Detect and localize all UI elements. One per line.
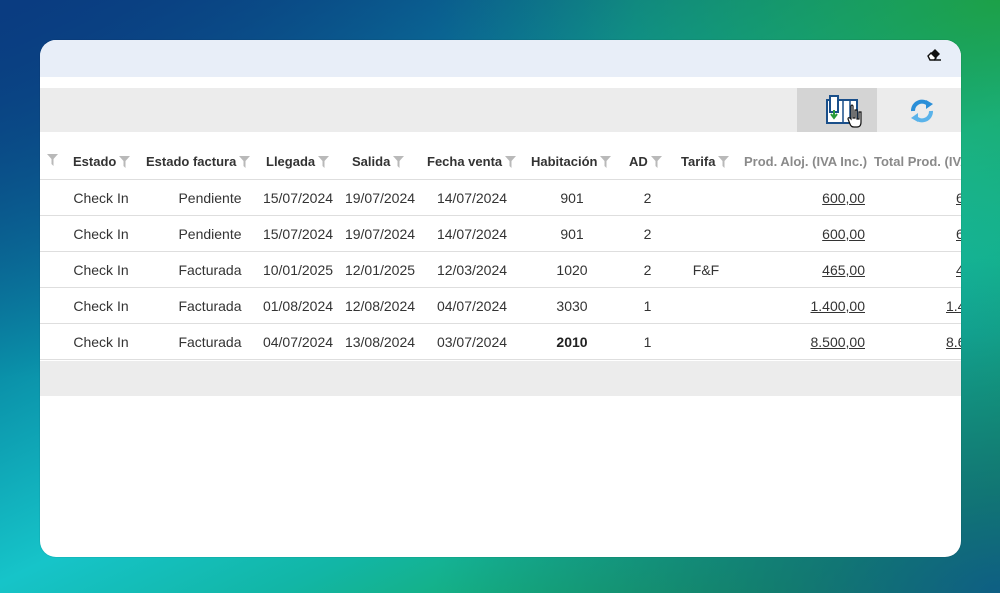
cell-ad: 1	[643, 334, 652, 350]
cell-ad: 2	[643, 262, 652, 278]
cell-habitacion: 901	[560, 190, 584, 206]
cell-tarifa	[681, 180, 731, 216]
column-header-estado-factura[interactable]: Estado factura	[146, 143, 251, 180]
cell-total-prod-link[interactable]: 8.6	[946, 324, 961, 360]
cell-habitacion: 2010	[556, 334, 588, 350]
cell-estado-factura: Facturada	[178, 334, 242, 350]
cell-fecha-venta: 04/07/2024	[436, 298, 508, 314]
cell-salida: 12/01/2025	[344, 262, 416, 278]
cell-tarifa	[681, 324, 731, 360]
column-header-prod-aloj[interactable]: Prod. Aloj. (IVA Inc.)	[744, 143, 867, 180]
cell-total-prod-link[interactable]: 6	[956, 216, 961, 252]
cell-prod-aloj-link[interactable]: 8.500,00	[744, 324, 866, 360]
column-header-salida[interactable]: Salida	[352, 143, 405, 180]
filter-icon[interactable]	[600, 155, 612, 168]
refresh-icon	[911, 99, 933, 123]
cell-ad: 2	[643, 190, 652, 206]
table-row[interactable]: Check In Facturada 01/08/2024 12/08/2024…	[40, 288, 961, 324]
cell-llegada: 04/07/2024	[262, 334, 334, 350]
filter-icon[interactable]	[393, 155, 405, 168]
cell-estado: Check In	[73, 190, 129, 206]
cell-fecha-venta: 14/07/2024	[436, 190, 508, 206]
cell-ad: 2	[643, 226, 652, 242]
cell-llegada: 10/01/2025	[262, 262, 334, 278]
cell-llegada: 15/07/2024	[262, 226, 334, 242]
table-row[interactable]: Check In Facturada 04/07/2024 13/08/2024…	[40, 324, 961, 360]
cell-habitacion: 901	[560, 226, 584, 242]
table-row[interactable]: Check In Pendiente 15/07/2024 19/07/2024…	[40, 180, 961, 216]
column-header-estado[interactable]: Estado	[73, 143, 131, 180]
reservations-grid: Estado Estado factura Llegada Salida Fec…	[40, 143, 961, 360]
cell-habitacion: 1020	[556, 262, 588, 278]
cell-llegada: 01/08/2024	[262, 298, 334, 314]
top-bar	[40, 40, 961, 77]
cell-total-prod-link[interactable]: 1.4	[946, 288, 961, 324]
filter-icon[interactable]	[718, 155, 730, 168]
refresh-button[interactable]	[905, 94, 939, 128]
cell-tarifa	[681, 288, 731, 324]
cell-prod-aloj-link[interactable]: 465,00	[744, 252, 865, 288]
cell-habitacion: 3030	[556, 298, 588, 314]
eraser-icon[interactable]	[925, 45, 943, 63]
cell-tarifa	[681, 216, 731, 252]
table-row[interactable]: Check In Pendiente 15/07/2024 19/07/2024…	[40, 216, 961, 252]
column-header-ad[interactable]: AD	[629, 143, 662, 180]
cell-estado-factura: Pendiente	[178, 190, 242, 206]
cell-prod-aloj-link[interactable]: 1.400,00	[744, 288, 866, 324]
cell-tarifa: F&F	[692, 262, 720, 278]
column-header-fecha-venta[interactable]: Fecha venta	[427, 143, 517, 180]
cell-estado: Check In	[73, 262, 129, 278]
column-header-llegada[interactable]: Llegada	[266, 143, 330, 180]
cell-total-prod-link[interactable]: 4	[956, 252, 961, 288]
filter-icon[interactable]	[650, 155, 662, 168]
grid-footer	[40, 361, 961, 396]
cell-salida: 19/07/2024	[344, 226, 416, 242]
filter-icon[interactable]	[47, 154, 58, 166]
cell-fecha-venta: 03/07/2024	[436, 334, 508, 350]
cell-fecha-venta: 12/03/2024	[436, 262, 508, 278]
cell-estado: Check In	[73, 226, 129, 242]
cell-salida: 19/07/2024	[344, 190, 416, 206]
cell-estado-factura: Facturada	[178, 262, 242, 278]
cell-fecha-venta: 14/07/2024	[436, 226, 508, 242]
cell-total-prod-link[interactable]: 6	[956, 180, 961, 216]
export-excel-button[interactable]	[797, 88, 877, 132]
toolbar	[40, 88, 961, 132]
cell-prod-aloj-link[interactable]: 600,00	[744, 180, 865, 216]
filter-icon[interactable]	[505, 155, 517, 168]
filter-icon[interactable]	[119, 155, 131, 168]
cell-ad: 1	[643, 298, 652, 314]
table-row[interactable]: Check In Facturada 10/01/2025 12/01/2025…	[40, 252, 961, 288]
grid-header: Estado Estado factura Llegada Salida Fec…	[40, 143, 961, 180]
filter-icon[interactable]	[318, 155, 330, 168]
app-window: Estado Estado factura Llegada Salida Fec…	[40, 40, 961, 557]
filter-icon[interactable]	[239, 155, 251, 168]
export-excel-icon	[826, 95, 862, 128]
cell-estado-factura: Pendiente	[178, 226, 242, 242]
cell-salida: 12/08/2024	[344, 298, 416, 314]
cell-estado-factura: Facturada	[178, 298, 242, 314]
cell-estado: Check In	[73, 334, 129, 350]
column-header-tarifa[interactable]: Tarifa	[681, 143, 730, 180]
cell-salida: 13/08/2024	[344, 334, 416, 350]
cell-prod-aloj-link[interactable]: 600,00	[744, 216, 865, 252]
cell-llegada: 15/07/2024	[262, 190, 334, 206]
column-header-total-prod[interactable]: Total Prod. (IVA	[874, 143, 961, 180]
cell-estado: Check In	[73, 298, 129, 314]
column-header-habitacion[interactable]: Habitación	[531, 143, 612, 180]
